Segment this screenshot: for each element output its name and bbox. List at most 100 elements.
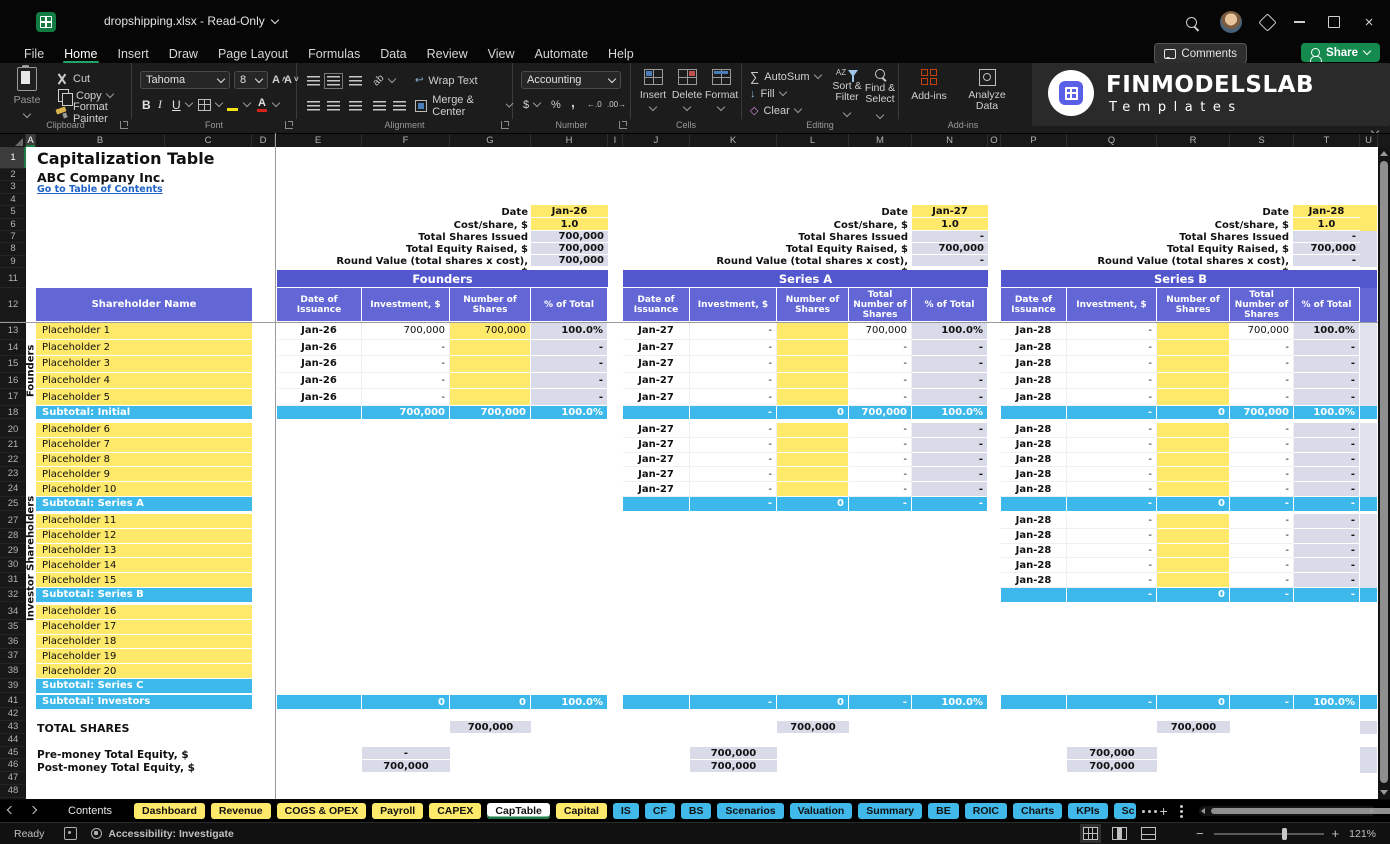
cell-shares[interactable] [1157, 323, 1230, 340]
sort-filter-button[interactable]: AZ Sort & Filter [830, 69, 864, 121]
cell-pct-subtotal[interactable]: - [912, 497, 988, 511]
italic-button[interactable]: I [158, 96, 162, 113]
tab-cogs-opex[interactable]: COGS & OPEX [277, 803, 367, 819]
row-header[interactable]: 34 [0, 605, 26, 620]
row-header[interactable]: 30 [0, 558, 26, 573]
more-tabs-icon[interactable] [1142, 810, 1145, 813]
align-bottom-button[interactable] [349, 72, 362, 89]
column-header[interactable]: S [1230, 134, 1294, 147]
underline-button[interactable]: U [172, 96, 192, 113]
cell-blank[interactable] [623, 406, 690, 419]
cell-pct[interactable]: - [1294, 356, 1360, 373]
cell-total-shares-subtotal[interactable]: - [1230, 497, 1294, 511]
cell-total-shares-series-a[interactable]: 700,000 [777, 721, 849, 734]
row-header[interactable]: 29 [0, 544, 26, 559]
zoom-in-button[interactable]: + [1332, 826, 1340, 841]
cell-shareholder-name[interactable]: Placeholder 13 [36, 544, 252, 559]
row-header[interactable]: 23 [0, 467, 26, 482]
cell-date-value[interactable]: Jan-27 [912, 205, 988, 218]
cell-shares-issued[interactable]: 700,000 [531, 231, 608, 243]
row-header[interactable]: 44 [0, 734, 26, 747]
cell-pct[interactable]: 100.0% [531, 323, 608, 340]
horizontal-scrollbar[interactable] [1199, 806, 1376, 816]
cell-pct[interactable]: - [1294, 453, 1360, 468]
wrap-text-button[interactable]: ↩ Wrap Text [415, 72, 478, 89]
cell-shareholder-name[interactable]: Placeholder 6 [36, 423, 252, 438]
row-header[interactable]: 32 [0, 588, 26, 602]
subtotal-series-b-label[interactable]: Subtotal: Series B [36, 588, 252, 602]
cell-pre-money-series-a[interactable]: 700,000 [690, 747, 777, 760]
tab-scenarios[interactable]: Scenarios [717, 803, 783, 819]
cell-total-shares[interactable]: - [1230, 453, 1294, 468]
find-select-button[interactable]: Find & Select [864, 69, 896, 123]
row-header[interactable]: 45 [0, 747, 26, 760]
menu-view[interactable]: View [478, 44, 525, 63]
cell-pct[interactable]: 100.0% [912, 323, 988, 340]
font-size-select[interactable]: 8 [234, 71, 268, 89]
row-header[interactable]: 15 [0, 356, 26, 373]
cell-total-shares-founders[interactable]: 700,000 [450, 721, 531, 734]
row-header[interactable]: 20 [0, 423, 26, 438]
cell-investment[interactable]: - [362, 373, 450, 390]
analyze-data-button[interactable]: Analyze Data [961, 69, 1013, 112]
format-cells-button[interactable]: Format [705, 69, 737, 113]
cell-post-money-founders[interactable]: 700,000 [362, 760, 450, 773]
toc-link[interactable]: Go to Table of Contents [37, 184, 163, 195]
row-header[interactable]: 3 [0, 181, 26, 193]
cell-investment[interactable]: - [1067, 558, 1157, 573]
cell-equity-raised[interactable]: 700,000 [531, 243, 608, 255]
tab-is[interactable]: IS [613, 803, 639, 819]
cell-total-shares[interactable]: - [1230, 356, 1294, 373]
horizontal-scroll-thumb[interactable] [1211, 808, 1390, 814]
cell-blank[interactable] [1001, 406, 1067, 419]
format-painter-button[interactable]: Format Painter [56, 104, 131, 121]
tab-kpis[interactable]: KPIs [1068, 803, 1107, 819]
decrease-decimal-button[interactable]: .00→ [607, 96, 626, 113]
cell-date-value[interactable]: Jan-26 [531, 205, 608, 218]
column-header[interactable]: C [165, 134, 252, 147]
cell-pct-subtotal[interactable]: 100.0% [912, 695, 988, 709]
cell-shareholder-name[interactable]: Placeholder 19 [36, 649, 252, 664]
cell-blank[interactable] [1001, 695, 1067, 709]
cell-total-shares-subtotal[interactable]: 700,000 [1230, 406, 1294, 419]
cell-investment[interactable]: - [1067, 529, 1157, 544]
cell-investment-subtotal[interactable]: - [1067, 695, 1157, 709]
menu-review[interactable]: Review [417, 44, 478, 63]
cell-shares-issued[interactable]: - [1293, 231, 1360, 243]
cell-shares[interactable] [777, 340, 849, 357]
row-header[interactable]: 21 [0, 438, 26, 453]
cell-investment-subtotal[interactable]: - [690, 497, 777, 511]
shareholder-name-header[interactable]: Shareholder Name [36, 288, 252, 322]
cell-investment[interactable]: - [1067, 544, 1157, 559]
cell-shareholder-name[interactable]: Placeholder 3 [36, 356, 252, 373]
cell-pct[interactable]: - [912, 373, 988, 390]
cell-date[interactable]: Jan-27 [623, 373, 690, 390]
cell-pct[interactable]: - [531, 340, 608, 357]
align-center-button[interactable] [327, 97, 340, 114]
cell-pct[interactable]: - [912, 467, 988, 482]
cell-pct[interactable]: - [1294, 514, 1360, 529]
cell-total-shares[interactable]: - [1230, 573, 1294, 588]
cell-shares[interactable] [1157, 529, 1230, 544]
cell-shares[interactable] [450, 356, 531, 373]
row-header[interactable]: 35 [0, 620, 26, 635]
bold-button[interactable]: B [142, 96, 151, 113]
column-header[interactable]: B [36, 134, 165, 147]
row-header[interactable]: 36 [0, 635, 26, 650]
cell-date[interactable]: Jan-28 [1001, 467, 1067, 482]
cell-shareholder-name[interactable]: Placeholder 17 [36, 620, 252, 635]
menu-file[interactable]: File [14, 44, 54, 63]
row-header[interactable]: 41 [0, 695, 26, 708]
cell-investment[interactable]: - [1067, 373, 1157, 390]
row-header[interactable]: 24 [0, 482, 26, 497]
cell-pct[interactable]: - [1294, 573, 1360, 588]
cell-date[interactable]: Jan-27 [623, 356, 690, 373]
merge-center-button[interactable]: Merge & Center [415, 97, 512, 114]
cell-investment[interactable]: - [1067, 356, 1157, 373]
cell-investment[interactable]: 700,000 [362, 323, 450, 340]
row-header[interactable]: 38 [0, 664, 26, 679]
cell-shares[interactable] [777, 467, 849, 482]
column-header[interactable]: T [1294, 134, 1360, 147]
cell-date[interactable]: Jan-28 [1001, 482, 1067, 497]
cell-pct[interactable]: - [1294, 373, 1360, 390]
